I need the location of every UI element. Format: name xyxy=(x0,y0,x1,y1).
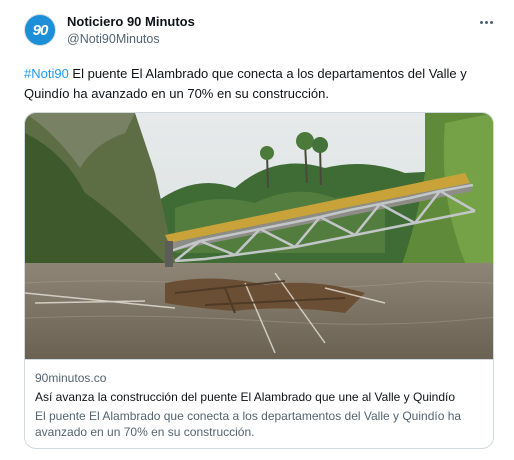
tweet-body: El puente El Alambrado que conecta a los… xyxy=(24,66,467,101)
link-card[interactable]: 90minutos.co Así avanza la construcción … xyxy=(24,112,494,449)
dot-icon xyxy=(489,20,493,24)
card-image xyxy=(25,113,493,359)
hashtag-link[interactable]: #Noti90 xyxy=(24,66,69,81)
author-handle[interactable]: @Noti90Minutos xyxy=(67,32,160,46)
card-info[interactable]: 90minutos.co Así avanza la construcción … xyxy=(25,359,493,448)
avatar[interactable]: 90 xyxy=(24,14,56,46)
author-name[interactable]: Noticiero 90 Minutos xyxy=(67,14,195,29)
avatar-logo: 90 xyxy=(32,21,49,39)
tweet[interactable]: 90 Noticiero 90 Minutos @Noti90Minutos #… xyxy=(0,0,514,460)
tweet-text: #Noti90 El puente El Alambrado que conec… xyxy=(24,64,500,104)
more-options-icon[interactable] xyxy=(474,12,498,32)
dot-icon xyxy=(484,20,488,24)
dot-icon xyxy=(479,20,483,24)
card-domain: 90minutos.co xyxy=(35,371,107,385)
card-description: El puente El Alambrado que conecta a los… xyxy=(35,409,462,439)
card-title: Así avanza la construcción del puente El… xyxy=(35,390,456,404)
